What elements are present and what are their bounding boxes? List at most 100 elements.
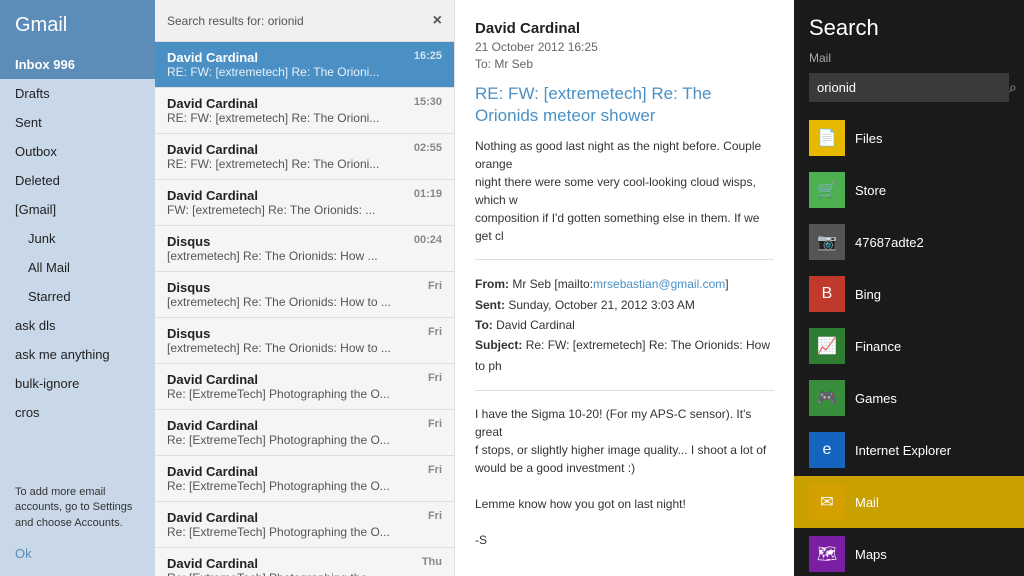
email-list-item[interactable]: FriDavid CardinalRe: [ExtremeTech] Photo… xyxy=(155,364,454,410)
email-sender: David Cardinal xyxy=(475,20,774,37)
from-label: From: xyxy=(475,277,509,291)
email-subject-preview: RE: FW: [extremetech] Re: The Orioni... xyxy=(167,111,442,125)
from-value: Mr Seb [mailto:mrsebastian@gmail.com] xyxy=(512,277,728,291)
to-value: David Cardinal xyxy=(496,318,575,332)
email-sender-name: 15:30David Cardinal xyxy=(167,96,442,111)
email-list-item[interactable]: 15:30David CardinalRE: FW: [extremetech]… xyxy=(155,88,454,134)
email-content: David Cardinal 21 October 2012 16:25 To:… xyxy=(455,0,794,576)
email-sender-name: 16:25David Cardinal xyxy=(167,50,442,65)
panel-subtitle: Mail xyxy=(794,46,1024,73)
app-item-files[interactable]: 📄Files xyxy=(794,112,1024,164)
sidebar-item-outbox[interactable]: Outbox xyxy=(0,137,155,166)
email-list-item[interactable]: FriDavid CardinalRe: [ExtremeTech] Photo… xyxy=(155,502,454,548)
email-subject-preview: [extremetech] Re: The Orionids: How to .… xyxy=(167,341,442,355)
sidebar-item-bulkignore[interactable]: bulk-ignore xyxy=(0,369,155,398)
email-list-item[interactable]: FriDisqus[extremetech] Re: The Orionids:… xyxy=(155,318,454,364)
sidebar-item-starred[interactable]: Starred xyxy=(0,282,155,311)
email-sender-name: FriDavid Cardinal xyxy=(167,510,442,525)
email-time: 02:55 xyxy=(414,142,442,154)
games-icon: 🎮 xyxy=(809,380,845,416)
app-name: Mail xyxy=(855,495,879,510)
app-item-games[interactable]: 🎮 Games xyxy=(794,372,1024,424)
sidebar: Gmail Inbox 996DraftsSentOutboxDeleted[G… xyxy=(0,0,155,576)
app-items-list: 📄Files🛒Store📷47687adte2 B Bing 📈 Finance 🎮 Gam… xyxy=(794,112,1024,576)
email-sender-name: 00:24Disqus xyxy=(167,234,442,249)
email-time: 00:24 xyxy=(414,234,442,246)
email-subject-preview: [extremetech] Re: The Orionids: How to .… xyxy=(167,295,442,309)
email-sender-name: 01:19David Cardinal xyxy=(167,188,442,203)
email-list-item[interactable]: ThuDavid CardinalRe: [ExtremeTech] Photo… xyxy=(155,548,454,576)
email-sender-name: 02:55David Cardinal xyxy=(167,142,442,157)
email-subject-preview: Re: [ExtremeTech] Photographing the ... xyxy=(167,571,442,576)
subject-label: Subject: xyxy=(475,338,522,352)
email-sign: -S xyxy=(475,531,774,549)
search-box[interactable]: ⌕ xyxy=(809,73,1009,102)
app-item-finance[interactable]: 📈 Finance xyxy=(794,320,1024,372)
email-body-intro: Nothing as good last night as the night … xyxy=(475,137,774,245)
footer-text: To add more email accounts, go to Settin… xyxy=(0,475,155,541)
panel-title: Search xyxy=(794,0,1024,46)
email-list: 16:25David CardinalRE: FW: [extremetech]… xyxy=(155,42,454,576)
app-name: Games xyxy=(855,391,897,406)
email-time: 01:19 xyxy=(414,188,442,200)
app-name: Bing xyxy=(855,287,881,302)
app-item-maps[interactable]: 🗺Maps xyxy=(794,528,1024,576)
app-item-bing[interactable]: B Bing xyxy=(794,268,1024,320)
app-title: Gmail xyxy=(0,0,155,50)
email-list-item[interactable]: FriDisqus[extremetech] Re: The Orionids:… xyxy=(155,272,454,318)
app-name: Store xyxy=(855,183,886,198)
sidebar-item-junk[interactable]: Junk xyxy=(0,224,155,253)
sidebar-item-allmail[interactable]: All Mail xyxy=(0,253,155,282)
results-header-text: Search results for: orionid xyxy=(167,14,304,28)
email-list-item[interactable]: 02:55David CardinalRE: FW: [extremetech]… xyxy=(155,134,454,180)
email-time: Fri xyxy=(428,464,442,476)
close-button[interactable]: × xyxy=(433,12,442,30)
email-list-item[interactable]: 16:25David CardinalRE: FW: [extremetech]… xyxy=(155,42,454,88)
sidebar-item-cros[interactable]: cros xyxy=(0,398,155,427)
email-subject-preview: RE: FW: [extremetech] Re: The Orioni... xyxy=(167,65,442,79)
email-list-item[interactable]: 00:24Disqus[extremetech] Re: The Orionid… xyxy=(155,226,454,272)
app-name: 47687adte2 xyxy=(855,235,924,250)
ie-icon: e xyxy=(809,432,845,468)
email-list-item[interactable]: FriDavid CardinalRe: [ExtremeTech] Photo… xyxy=(155,456,454,502)
sent-label: Sent: xyxy=(475,298,505,312)
email-sender-name: FriDisqus xyxy=(167,326,442,341)
ok-link[interactable]: Ok xyxy=(0,541,155,576)
email-subject-preview: Re: [ExtremeTech] Photographing the O... xyxy=(167,387,442,401)
sidebar-item-askme[interactable]: ask me anything xyxy=(0,340,155,369)
email-subject: RE: FW: [extremetech] Re: The Orionids m… xyxy=(475,83,774,127)
sidebar-item-inbox[interactable]: Inbox 996 xyxy=(0,50,155,79)
email-time: Thu xyxy=(422,556,442,568)
email-meta-block: From: Mr Seb [mailto:mrsebastian@gmail.c… xyxy=(475,274,774,376)
email-date: 21 October 2012 16:25 xyxy=(475,40,774,54)
app-item-mail[interactable]: ✉Mail xyxy=(794,476,1024,528)
email-list-item[interactable]: FriDavid CardinalRe: [ExtremeTech] Photo… xyxy=(155,410,454,456)
email-time: Fri xyxy=(428,326,442,338)
app-item-ie[interactable]: e Internet Explorer xyxy=(794,424,1024,476)
sidebar-item-gmail[interactable]: [Gmail] xyxy=(0,195,155,224)
email-time: Fri xyxy=(428,510,442,522)
search-input[interactable] xyxy=(809,74,1001,101)
bing-icon: B xyxy=(809,276,845,312)
nav-list: Inbox 996DraftsSentOutboxDeleted[Gmail]J… xyxy=(0,50,155,427)
to-label: To: xyxy=(475,318,493,332)
sidebar-item-drafts[interactable]: Drafts xyxy=(0,79,155,108)
app-name: Internet Explorer xyxy=(855,443,951,458)
app-item-camera[interactable]: 📷47687adte2 xyxy=(794,216,1024,268)
files-icon: 📄 xyxy=(809,120,845,156)
email-time: 16:25 xyxy=(414,50,442,62)
sidebar-item-sent[interactable]: Sent xyxy=(0,108,155,137)
email-subject-preview: RE: FW: [extremetech] Re: The Orioni... xyxy=(167,157,442,171)
app-name: Finance xyxy=(855,339,901,354)
sent-value: Sunday, October 21, 2012 3:03 AM xyxy=(508,298,695,312)
search-results-panel: Search results for: orionid × 16:25David… xyxy=(155,0,455,576)
email-time: Fri xyxy=(428,418,442,430)
email-body2: I have the Sigma 10-20! (For my APS-C se… xyxy=(475,405,774,477)
app-item-store[interactable]: 🛒Store xyxy=(794,164,1024,216)
email-list-item[interactable]: 01:19David CardinalFW: [extremetech] Re:… xyxy=(155,180,454,226)
sidebar-item-askdls[interactable]: ask dls xyxy=(0,311,155,340)
finance-icon: 📈 xyxy=(809,328,845,364)
email-divider2 xyxy=(475,390,774,391)
right-panel: Search Mail ⌕ 📄Files🛒Store📷47687adte2 B Bi… xyxy=(794,0,1024,576)
sidebar-item-deleted[interactable]: Deleted xyxy=(0,166,155,195)
